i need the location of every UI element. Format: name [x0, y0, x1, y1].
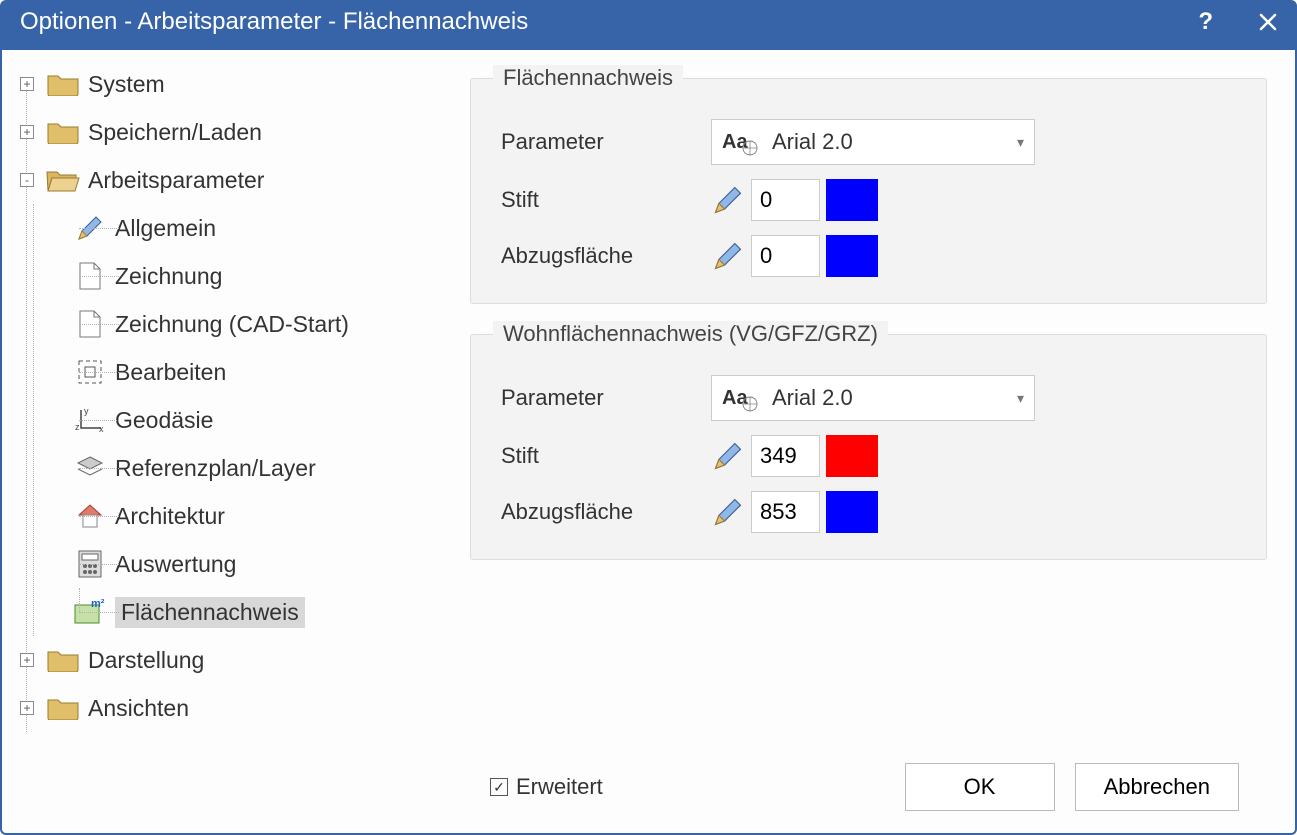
stift-label: Stift — [501, 187, 711, 213]
content-panel: Flächennachweis Parameter Aa Arial 2.0 ▾… — [450, 50, 1295, 833]
tree-panel: + System + — [2, 50, 450, 833]
stift-input[interactable] — [751, 179, 820, 221]
tree-item-referenzplan-layer[interactable]: Referenzplan/Layer — [73, 444, 450, 492]
cancel-button[interactable]: Abbrechen — [1075, 763, 1239, 811]
tree-label: System — [88, 71, 165, 98]
collapse-icon[interactable]: - — [20, 173, 34, 187]
font-aa-icon: Aa — [722, 384, 758, 412]
tree-label: Bearbeiten — [115, 359, 226, 386]
stift-label: Stift — [501, 443, 711, 469]
tree-item-darstellung[interactable]: + Darstellung — [20, 636, 450, 684]
folder-icon — [46, 645, 80, 675]
parameter-label: Parameter — [501, 129, 711, 155]
chevron-down-icon: ▾ — [1017, 134, 1024, 151]
svg-text:y: y — [84, 406, 89, 416]
svg-text:m²: m² — [91, 598, 105, 610]
tree-label: Flächennachweis — [115, 597, 305, 628]
group-wohnflaechennachweis: Wohnflächennachweis (VG/GFZ/GRZ) Paramet… — [470, 334, 1267, 560]
stift-input[interactable] — [751, 435, 820, 477]
folder-icon — [46, 117, 80, 147]
expand-icon[interactable]: + — [20, 77, 34, 91]
ok-button[interactable]: OK — [905, 763, 1055, 811]
options-tree: + System + — [20, 60, 450, 732]
options-dialog: Optionen - Arbeitsparameter - Flächennac… — [0, 0, 1297, 835]
parameter-value: Arial 2.0 — [772, 385, 1003, 411]
abzugsflaeche-color-swatch[interactable] — [826, 235, 878, 277]
group-legend: Flächennachweis — [493, 65, 683, 91]
help-icon[interactable]: ? — [1198, 8, 1213, 36]
tree-label: Ansichten — [88, 695, 189, 722]
tree-item-speichern-laden[interactable]: + Speichern/Laden — [20, 108, 450, 156]
expand-icon[interactable]: + — [20, 701, 34, 715]
abzugsflaeche-color-swatch[interactable] — [826, 491, 878, 533]
titlebar-controls: ? — [1198, 8, 1277, 36]
titlebar: Optionen - Arbeitsparameter - Flächennac… — [2, 2, 1295, 50]
folder-icon — [46, 693, 80, 723]
abzugsflaeche-label: Abzugsfläche — [501, 243, 711, 269]
tree-item-ansichten[interactable]: + Ansichten — [20, 684, 450, 732]
stift-color-swatch[interactable] — [826, 179, 878, 221]
pencil-icon[interactable] — [711, 183, 745, 217]
abzugsflaeche-input[interactable] — [751, 491, 820, 533]
group-legend: Wohnflächennachweis (VG/GFZ/GRZ) — [493, 321, 888, 347]
tree-label: Architektur — [115, 503, 225, 530]
tree-item-flaechennachweis[interactable]: m² Flächennachweis — [73, 588, 450, 636]
expand-icon[interactable]: + — [20, 125, 34, 139]
font-aa-icon: Aa — [722, 128, 758, 156]
svg-text:Aa: Aa — [722, 387, 748, 409]
parameter-select[interactable]: Aa Arial 2.0 ▾ — [711, 119, 1035, 165]
tree-label: Arbeitsparameter — [88, 167, 264, 194]
tree-label: Zeichnung — [115, 263, 222, 290]
tree-label: Zeichnung (CAD-Start) — [115, 311, 349, 338]
tree-label: Allgemein — [115, 215, 216, 242]
tree-label: Referenzplan/Layer — [115, 455, 316, 482]
parameter-select[interactable]: Aa Arial 2.0 ▾ — [711, 375, 1035, 421]
tree-item-arbeitsparameter[interactable]: - Arbeitsparameter — [20, 156, 450, 204]
tree-item-allgemein[interactable]: Allgemein — [73, 204, 450, 252]
tree-item-auswertung[interactable]: Auswertung — [73, 540, 450, 588]
tree-label: Auswertung — [115, 551, 236, 578]
tree-item-architektur[interactable]: Architektur — [73, 492, 450, 540]
tree-item-geodaesie[interactable]: yx z Geodäsie — [73, 396, 450, 444]
tree-item-bearbeiten[interactable]: Bearbeiten — [73, 348, 450, 396]
pencil-icon[interactable] — [711, 239, 745, 273]
pencil-icon[interactable] — [711, 439, 745, 473]
tree-item-system[interactable]: + System — [20, 60, 450, 108]
dialog-title: Optionen - Arbeitsparameter - Flächennac… — [20, 8, 528, 36]
extended-checkbox[interactable]: ✓ Erweitert — [490, 774, 603, 800]
tree-label: Speichern/Laden — [88, 119, 262, 146]
abzugsflaeche-label: Abzugsfläche — [501, 499, 711, 525]
dialog-footer: ✓ Erweitert OK Abbrechen — [470, 747, 1267, 833]
tree-item-zeichnung-cad-start[interactable]: Zeichnung (CAD-Start) — [73, 300, 450, 348]
tree-label: Darstellung — [88, 647, 204, 674]
svg-text:Aa: Aa — [722, 131, 748, 153]
folder-icon — [46, 69, 80, 99]
parameter-label: Parameter — [501, 385, 711, 411]
folder-open-icon — [46, 165, 80, 195]
expand-icon[interactable]: + — [20, 653, 34, 667]
close-icon[interactable] — [1259, 13, 1277, 31]
tree-item-zeichnung[interactable]: Zeichnung — [73, 252, 450, 300]
abzugsflaeche-input[interactable] — [751, 235, 820, 277]
svg-text:x: x — [99, 424, 104, 434]
checkmark-icon: ✓ — [490, 778, 508, 796]
chevron-down-icon: ▾ — [1017, 390, 1024, 407]
tree-label: Geodäsie — [115, 407, 213, 434]
svg-text:z: z — [75, 422, 80, 432]
pencil-icon[interactable] — [711, 495, 745, 529]
extended-label: Erweitert — [516, 774, 603, 800]
stift-color-swatch[interactable] — [826, 435, 878, 477]
parameter-value: Arial 2.0 — [772, 129, 1003, 155]
group-flaechennachweis: Flächennachweis Parameter Aa Arial 2.0 ▾… — [470, 78, 1267, 304]
